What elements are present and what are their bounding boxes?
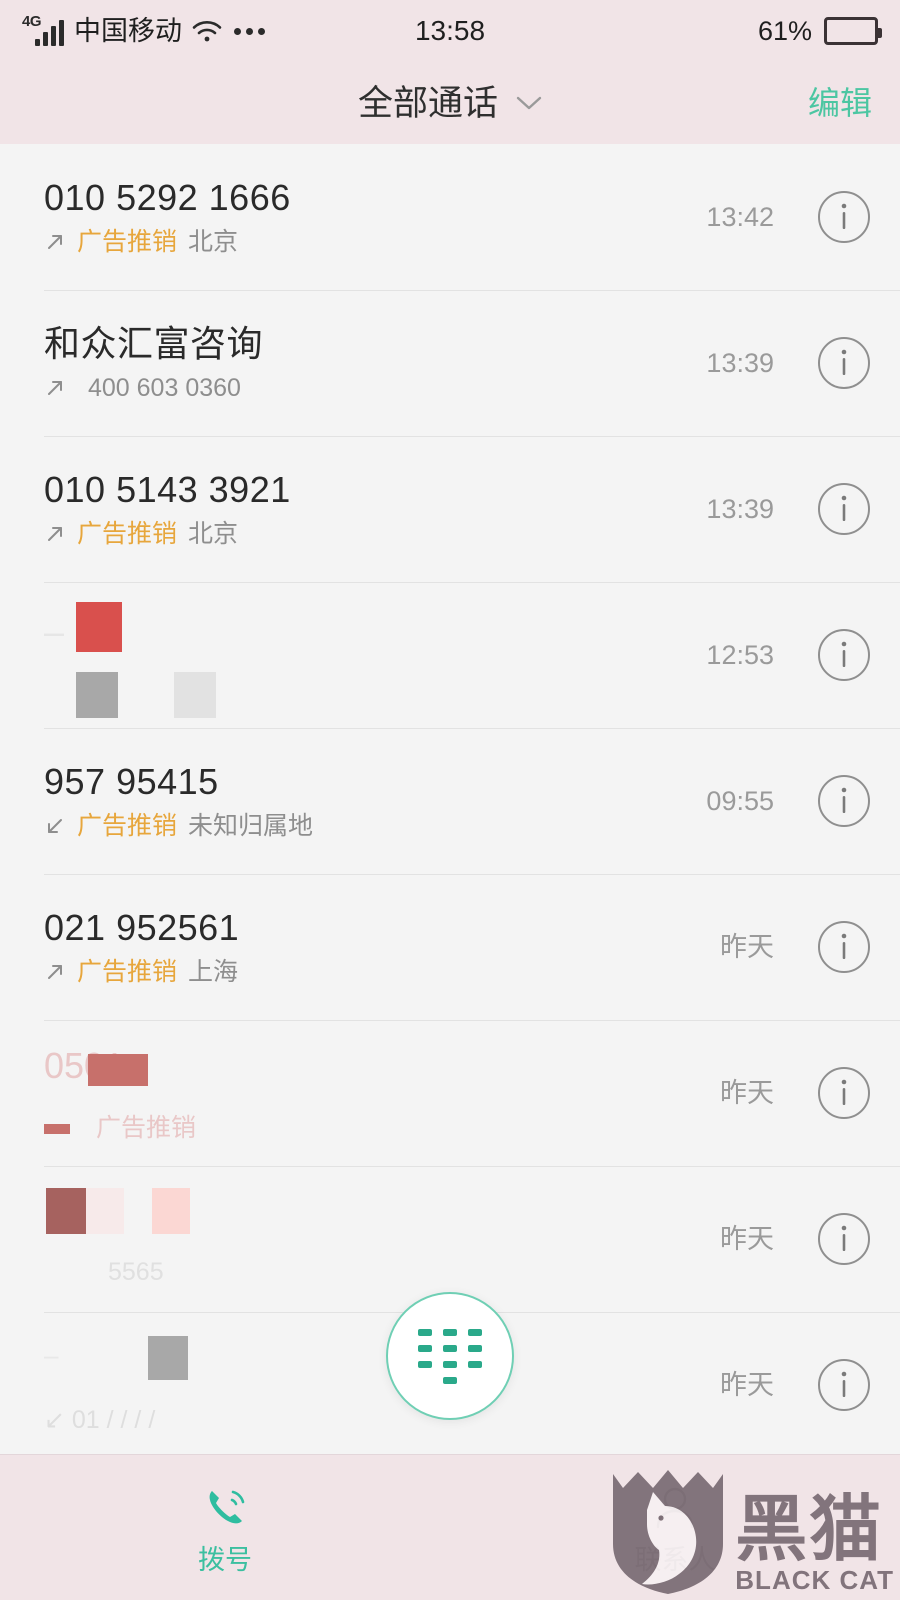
watermark-en-label: BLACK CAT — [735, 1564, 894, 1595]
table-row[interactable]: 0501 广告推销 昨天 — [0, 1020, 900, 1166]
call-subtitle: 广告推销 北京 — [44, 519, 706, 548]
call-title: 957 95415 — [44, 761, 219, 803]
call-time: 昨天 — [720, 1223, 774, 1254]
info-circle-icon[interactable] — [816, 1211, 872, 1267]
table-row[interactable]: ‒ 12:53 — [0, 582, 900, 728]
info-circle-icon[interactable] — [816, 627, 872, 683]
call-location: 北京 — [188, 519, 239, 548]
info-circle-icon[interactable] — [816, 481, 872, 537]
info-circle-icon[interactable] — [816, 1357, 872, 1413]
redaction-block — [148, 1336, 188, 1380]
table-row[interactable]: 021 952561 广告推销 上海 昨天 — [0, 874, 900, 1020]
call-subtitle: 广告推销 北京 — [44, 227, 706, 256]
call-time: 13:39 — [706, 493, 774, 524]
info-circle-icon[interactable] — [816, 773, 872, 829]
call-time: 昨天 — [720, 1077, 774, 1108]
redaction-block — [44, 1124, 70, 1134]
call-log-list[interactable]: 010 5292 1666 广告推销 北京 13:42 和众汇富咨询 400 6… — [0, 144, 900, 1458]
page-title: 全部通话 — [357, 83, 498, 123]
redaction-blocks: ‒ — [44, 602, 706, 652]
call-subtitle: 400 603 0360 — [44, 373, 706, 402]
status-clock: 13:58 — [414, 15, 486, 46]
call-location: 北京 — [188, 227, 239, 256]
redaction-blocks-sub: ↙ 01 / / / / — [44, 1406, 156, 1434]
call-row-main-redacted: 0501 广告推销 — [44, 1046, 720, 1141]
status-bar: 4G 中国移动 13:58 61% — [0, 0, 900, 62]
app-header: 全部通话 编辑 — [0, 62, 900, 144]
redaction-blocks: 0501 — [44, 1046, 720, 1090]
watermark-cn-label: 黑猫 — [735, 1489, 884, 1570]
call-row-main-redacted: ‒ ↙ 01 / / / / — [44, 1336, 720, 1434]
redaction-block — [88, 1054, 148, 1086]
call-row-main: 和众汇富咨询 400 603 0360 — [44, 325, 706, 401]
call-row-main: 010 5292 1666 广告推销 北京 — [44, 179, 706, 255]
call-subtitle: 广告推销 上海 — [44, 957, 720, 986]
call-time: 昨天 — [720, 931, 774, 962]
outgoing-call-icon — [48, 965, 62, 980]
tab-dial[interactable]: 拨号 — [0, 1455, 450, 1600]
table-row[interactable]: 5565 昨天 — [0, 1166, 900, 1312]
table-row[interactable]: 010 5143 3921 广告推销 北京 13:39 — [0, 436, 900, 582]
call-time: 13:39 — [706, 347, 774, 378]
battery-icon — [824, 17, 882, 45]
call-filter-dropdown[interactable]: 全部通话 — [358, 86, 542, 121]
call-title: 010 5292 1666 — [44, 177, 291, 219]
black-cat-watermark: 黑猫 BLACK CAT — [609, 1466, 894, 1596]
info-circle-icon[interactable] — [816, 1065, 872, 1121]
call-row-main-redacted: 5565 — [44, 1188, 720, 1286]
redaction-blocks-sub: 广告推销 — [44, 1108, 720, 1141]
call-time: 昨天 — [720, 1369, 774, 1400]
call-location: 未知归属地 — [188, 811, 314, 840]
dialpad-fab-button[interactable] — [386, 1292, 514, 1420]
dialpad-icon — [418, 1328, 482, 1384]
table-row[interactable]: 957 95415 广告推销 未知归属地 09:55 — [0, 728, 900, 874]
call-row-main: 010 5143 3921 广告推销 北京 — [44, 471, 706, 547]
spam-tag: 广告推销 — [77, 227, 178, 256]
call-row-main: 021 952561 广告推销 上海 — [44, 909, 720, 985]
call-time: 13:42 — [706, 201, 774, 232]
phone-call-icon — [209, 1490, 245, 1523]
call-time: 12:53 — [706, 639, 774, 670]
redaction-block — [152, 1188, 190, 1234]
table-row[interactable]: 010 5292 1666 广告推销 北京 13:42 — [0, 144, 900, 290]
tab-dial-label: 拨号 — [198, 1544, 252, 1575]
redaction-blocks: ‒ — [44, 1336, 720, 1382]
call-title: 和众汇富咨询 — [44, 323, 264, 365]
black-cat-shield-icon — [613, 1470, 724, 1594]
call-title: 021 952561 — [44, 907, 240, 949]
redaction-block — [46, 1188, 86, 1234]
spam-tag: 广告推销 — [77, 957, 178, 986]
redaction-block — [76, 602, 122, 652]
redaction-block — [86, 1188, 124, 1234]
chevron-down-icon — [516, 96, 542, 110]
redaction-blocks-sub: 5565 — [108, 1258, 164, 1286]
info-circle-icon[interactable] — [816, 335, 872, 391]
call-time: 09:55 — [706, 785, 774, 816]
redaction-blocks — [44, 1188, 720, 1236]
watermark-text: 黑猫 BLACK CAT — [735, 1489, 894, 1596]
outgoing-call-icon — [48, 235, 62, 250]
spam-tag: 广告推销 — [77, 811, 178, 840]
phone-screen: 4G 中国移动 13:58 61% 全部通话 编辑 010 5292 1666 … — [0, 0, 900, 1600]
outgoing-call-icon — [48, 381, 62, 396]
redaction-block — [76, 672, 118, 718]
call-row-main: 957 95415 广告推销 未知归属地 — [44, 763, 706, 839]
outgoing-call-icon — [48, 527, 62, 542]
edit-button[interactable]: 编辑 — [808, 87, 872, 119]
call-subtitle: 广告推销 未知归属地 — [44, 811, 706, 840]
redaction-blocks-sub — [44, 670, 706, 718]
info-circle-icon[interactable] — [816, 189, 872, 245]
call-title: 010 5143 3921 — [44, 469, 291, 511]
incoming-call-icon — [48, 819, 62, 834]
call-row-main-redacted: ‒ — [44, 602, 706, 718]
info-circle-icon[interactable] — [816, 919, 872, 975]
table-row[interactable]: 和众汇富咨询 400 603 0360 13:39 — [0, 290, 900, 436]
call-number: 400 603 0360 — [88, 373, 241, 402]
redaction-block — [174, 672, 216, 718]
spam-tag: 广告推销 — [77, 519, 178, 548]
call-location: 上海 — [188, 957, 239, 986]
